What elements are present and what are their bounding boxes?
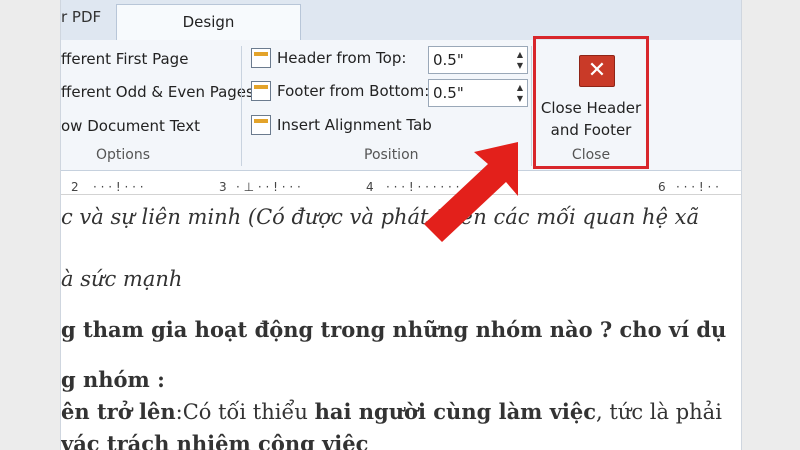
doc-line-3: g tham gia hoạt động trong những nhóm nà… (61, 317, 727, 342)
header-from-top-value: 0.5" (433, 51, 464, 69)
position-group-label: Position (364, 147, 419, 163)
close-button-label-line1: Close Header (540, 99, 642, 117)
arrow-icon (424, 142, 518, 242)
footer-from-bottom-input[interactable]: 0.5" ▲ ▼ (428, 79, 528, 107)
header-position-icon (251, 48, 271, 68)
close-group-label: Close (571, 147, 611, 163)
header-spin-arrows-icon[interactable]: ▲ ▼ (517, 49, 523, 71)
ruler-mark: 4 (366, 180, 374, 194)
header-from-top-row: Header from Top: (251, 48, 406, 68)
doc-line-4: g nhóm : (61, 367, 165, 392)
doc-line-5-part-a: ên trở lên (61, 399, 176, 424)
ruler-mark: 3 (219, 180, 227, 194)
word-window: r PDF Design fferent First Page fferent … (60, 0, 742, 450)
doc-line-5: ên trở lên:Có tối thiểu hai người cùng l… (61, 399, 722, 424)
doc-line-6: vác trách nhiệm công việc (61, 431, 369, 450)
tab-pdf[interactable]: r PDF (61, 8, 101, 26)
footer-spin-arrows-icon[interactable]: ▲ ▼ (517, 82, 523, 104)
close-header-footer-button[interactable]: ✕ Close Header and Footer Close (533, 36, 649, 169)
ruler-mark: 2 (71, 180, 79, 194)
footer-from-bottom-value: 0.5" (433, 84, 464, 102)
doc-line-5-part-c: hai người cùng làm việc (314, 399, 597, 424)
insert-alignment-tab-button[interactable]: Insert Alignment Tab (251, 115, 432, 135)
footer-from-bottom-label: Footer from Bottom: (277, 82, 430, 100)
footer-from-bottom-row: Footer from Bottom: (251, 81, 429, 101)
doc-line-5-part-b: :Có tối thiểu (175, 400, 315, 424)
ruler-mark: 6 (658, 180, 666, 194)
doc-line-5-part-d: , tức là phải (596, 400, 722, 424)
close-button-label-line2: and Footer (550, 121, 632, 139)
close-x-icon: ✕ (579, 55, 615, 87)
horizontal-ruler: 2 · · · ! · · · 3 · ⊥ · · ! · · · 4 · · … (61, 180, 741, 195)
ribbon-tabs: r PDF Design (61, 0, 741, 41)
doc-line-2: à sức mạnh (61, 267, 183, 291)
doc-line-1: c và sự liên minh (Có được và phát triển… (61, 205, 700, 229)
footer-position-icon (251, 81, 271, 101)
header-from-top-input[interactable]: 0.5" ▲ ▼ (428, 46, 528, 74)
option-different-first-page[interactable]: fferent First Page (61, 50, 188, 68)
group-separator (531, 46, 532, 166)
tab-design[interactable]: Design (116, 4, 301, 40)
group-separator (241, 46, 242, 166)
insert-alignment-tab-label: Insert Alignment Tab (277, 116, 432, 134)
option-show-document-text[interactable]: ow Document Text (61, 117, 200, 135)
header-from-top-label: Header from Top: (277, 49, 407, 67)
option-different-odd-even-pages[interactable]: fferent Odd & Even Pages (61, 83, 254, 101)
alignment-tab-icon (251, 115, 271, 135)
options-group-label: Options (96, 147, 151, 163)
red-arrow-annotation (424, 142, 518, 242)
